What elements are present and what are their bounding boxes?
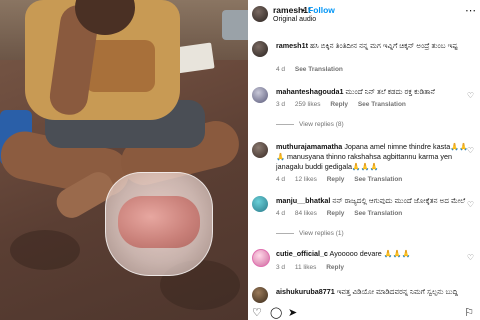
comment-body: Ayooooo devare 🙏🙏🙏 — [329, 249, 411, 258]
comment-meta: 4 d 12 likes Reply See Translation — [276, 176, 410, 183]
comment-like-icon[interactable]: ♡ — [467, 146, 474, 155]
comment-text: muthurajamamatha Jopana amel nimne thind… — [276, 142, 472, 172]
follow-button[interactable]: Follow — [308, 5, 335, 15]
comments-panel: ramesh1t • Follow Original audio ⋯ rames… — [248, 0, 480, 320]
owner-username[interactable]: ramesh1t — [273, 5, 311, 15]
view-replies-link[interactable]: View replies (1) — [276, 230, 344, 237]
separator-dot: • — [302, 5, 305, 15]
comment-likes[interactable]: 259 likes — [295, 101, 321, 108]
comment-username[interactable]: muthurajamamatha — [276, 142, 342, 151]
reply-button[interactable]: Reply — [326, 264, 344, 271]
bookmark-icon[interactable]: ⚐ — [464, 306, 474, 319]
comment-text: aishukuruba8771 ಇವತ್ತ ವಿಡಿಯೋ ಮಾಡಿದವರನ್ನ … — [276, 287, 472, 297]
see-translation-link[interactable]: See Translation — [354, 176, 402, 183]
comment-meta: 4 d See Translation — [276, 66, 351, 73]
comment-body: ಮುಂದೆ ನಿನ್ ತಲೆ ಕಡದು ರಕ್ತ ಕುಡಿತಾನೆ — [345, 87, 435, 96]
comment-avatar[interactable] — [252, 196, 268, 212]
post-actions-bar: ♡ ◯ ➤ ⚐ — [248, 305, 480, 320]
see-translation-link[interactable]: See Translation — [354, 210, 402, 217]
comment-like-icon[interactable]: ♡ — [467, 91, 474, 100]
comment-avatar[interactable] — [252, 41, 268, 57]
post-header: ramesh1t • Follow Original audio ⋯ — [248, 0, 480, 30]
view-replies-label: View replies (8) — [299, 121, 344, 128]
audio-label[interactable]: Original audio — [273, 16, 316, 23]
see-translation-link[interactable]: See Translation — [295, 66, 343, 73]
comment-text: manju__bhatkal ನನ್ ರಾಜ್ಯದಲ್ಲಿ ಆಗುವುದು ಮು… — [276, 196, 472, 206]
replies-line — [276, 232, 294, 234]
comment-time: 4 d — [276, 210, 286, 217]
comment-avatar[interactable] — [252, 287, 268, 303]
comment-meta: 3 d 11 likes Reply — [276, 264, 352, 271]
owner-avatar[interactable] — [252, 6, 268, 22]
media-floor-shadow — [10, 230, 80, 270]
comment-username[interactable]: aishukuruba8771 — [276, 287, 335, 296]
heart-icon[interactable]: ♡ — [252, 306, 262, 319]
comment-time: 3 d — [276, 264, 286, 271]
comment-like-icon[interactable]: ♡ — [467, 200, 474, 209]
comment-icon[interactable]: ◯ — [270, 306, 282, 319]
view-replies-link[interactable]: View replies (8) — [276, 121, 344, 128]
comment-username[interactable]: mahanteshagouda1 — [276, 87, 344, 96]
comment-username[interactable]: ramesh1t — [276, 41, 308, 50]
comment-like-icon[interactable]: ♡ — [467, 253, 474, 262]
comment-time: 4 d — [276, 176, 286, 183]
comment-likes[interactable]: 84 likes — [295, 210, 317, 217]
comment-username[interactable]: manju__bhatkal — [276, 196, 330, 205]
comment-text: mahanteshagouda1 ಮುಂದೆ ನಿನ್ ತಲೆ ಕಡದು ರಕ್… — [276, 87, 472, 97]
media-shirt-print — [85, 40, 155, 92]
comment-body: ಇವತ್ತ ವಿಡಿಯೋ ಮಾಡಿದವರನ್ನ ನಿಮಗೆ ಸ್ವಲ್ಪನು ಬ… — [336, 287, 458, 296]
comment-text: cutie_official_c Ayooooo devare 🙏🙏🙏 — [276, 249, 472, 259]
comment-meta: 3 d 259 likes Reply See Translation — [276, 101, 414, 108]
comment-likes[interactable]: 12 likes — [295, 176, 317, 183]
comment-body: ಹಸಿ ಬಿಕ್ಕಿನ ತಿಂತಿದೀನ ನನ್ನ ಮಗ ಇವ್ನಿಗೆ ಚಿಕ… — [309, 41, 458, 50]
comment-meta: 4 d 84 likes Reply See Translation — [276, 210, 410, 217]
share-icon[interactable]: ➤ — [288, 306, 297, 319]
comment-avatar[interactable] — [252, 87, 268, 103]
more-icon[interactable]: ⋯ — [465, 4, 476, 17]
comment-username[interactable]: cutie_official_c — [276, 249, 328, 258]
view-replies-label: View replies (1) — [299, 230, 344, 237]
comment-likes[interactable]: 11 likes — [295, 264, 317, 271]
comment-text: ramesh1t ಹಸಿ ಬಿಕ್ಕಿನ ತಿಂತಿದೀನ ನನ್ನ ಮಗ ಇವ… — [276, 41, 472, 51]
comment-avatar[interactable] — [252, 249, 270, 267]
reply-button[interactable]: Reply — [330, 101, 348, 108]
comment-body: ನನ್ ರಾಜ್ಯದಲ್ಲಿ ಆಗುವುದು ಮುಂದೆ ಜೋಕ್ಕೆತನ ಅದ… — [332, 196, 466, 205]
comment-avatar[interactable] — [252, 142, 268, 158]
media-bag-contents — [118, 196, 200, 248]
comment-time: 4 d — [276, 66, 286, 73]
comment-time: 3 d — [276, 101, 286, 108]
media-cloth — [222, 10, 248, 40]
replies-line — [276, 123, 294, 125]
reply-button[interactable]: Reply — [327, 210, 345, 217]
see-translation-link[interactable]: See Translation — [358, 101, 406, 108]
post-media[interactable] — [0, 0, 248, 320]
reply-button[interactable]: Reply — [327, 176, 345, 183]
